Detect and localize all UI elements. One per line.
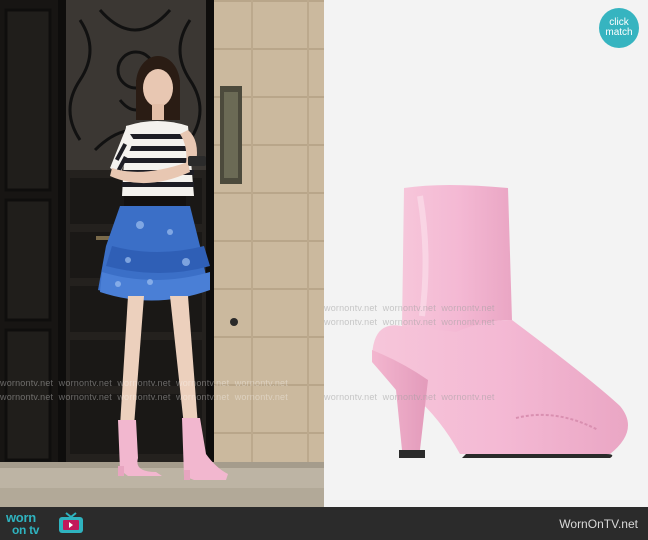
badge-line-2: match xyxy=(605,27,633,38)
watermark-row: wornontv.net wornontv.net wornontv.net w… xyxy=(0,378,288,388)
watermark-row: wornontv.net wornontv.net wornontv.net xyxy=(324,303,495,313)
pink-ankle-boot-illustration xyxy=(372,185,628,458)
scene-illustration xyxy=(0,0,324,507)
product-photo xyxy=(324,0,648,507)
tv-icon xyxy=(58,512,84,534)
click-to-match-button[interactable]: click match xyxy=(599,8,639,48)
watermark-row: wornontv.net wornontv.net wornontv.net xyxy=(324,317,495,327)
scene-photo xyxy=(0,0,324,507)
site-url[interactable]: WornOnTV.net xyxy=(559,517,638,531)
watermark-row: wornontv.net wornontv.net wornontv.net xyxy=(324,392,495,402)
logo-word-bottom: on tv xyxy=(12,523,40,537)
wornontv-logo[interactable]: worn on tv xyxy=(6,511,86,537)
footer-bar: worn on tv WornOnTV.net xyxy=(0,507,648,540)
